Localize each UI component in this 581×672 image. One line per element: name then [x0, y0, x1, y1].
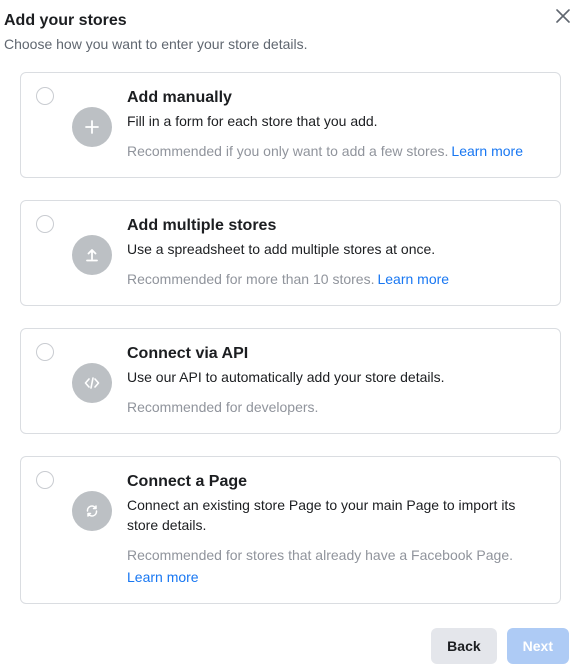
option-title: Add manually — [127, 87, 542, 109]
option-connect-page[interactable]: Connect a Page Connect an existing store… — [20, 456, 561, 604]
back-button[interactable]: Back — [431, 628, 496, 664]
option-add-multiple[interactable]: Add multiple stores Use a spreadsheet to… — [20, 200, 561, 306]
dialog-title: Add your stores — [4, 10, 577, 32]
option-desc: Use a spreadsheet to add multiple stores… — [127, 239, 542, 259]
radio-add-multiple[interactable] — [36, 215, 54, 233]
option-title: Connect via API — [127, 343, 542, 365]
close-button[interactable] — [553, 6, 573, 26]
code-icon — [72, 363, 112, 403]
option-title: Connect a Page — [127, 471, 542, 493]
learn-more-link[interactable]: Learn more — [377, 271, 449, 287]
option-hint: Recommended for stores that already have… — [127, 545, 542, 587]
option-hint: Recommended for more than 10 stores.Lear… — [127, 269, 542, 289]
sync-icon — [72, 491, 112, 531]
radio-add-manually[interactable] — [36, 87, 54, 105]
option-connect-api[interactable]: Connect via API Use our API to automatic… — [20, 328, 561, 434]
add-stores-dialog: Add your stores Choose how you want to e… — [0, 0, 581, 672]
plus-icon — [72, 107, 112, 147]
next-button[interactable]: Next — [507, 628, 569, 664]
close-icon — [556, 9, 570, 23]
option-desc: Fill in a form for each store that you a… — [127, 111, 542, 131]
option-add-manually[interactable]: Add manually Fill in a form for each sto… — [20, 72, 561, 178]
dialog-header: Add your stores Choose how you want to e… — [4, 8, 577, 54]
option-hint: Recommended if you only want to add a fe… — [127, 141, 542, 161]
dialog-subtitle: Choose how you want to enter your store … — [4, 34, 577, 54]
option-desc: Connect an existing store Page to your m… — [127, 495, 542, 535]
options-list: Add manually Fill in a form for each sto… — [4, 54, 577, 604]
dialog-footer: Back Next — [431, 628, 569, 664]
upload-icon — [72, 235, 112, 275]
radio-connect-page[interactable] — [36, 471, 54, 489]
learn-more-link[interactable]: Learn more — [451, 143, 523, 159]
option-title: Add multiple stores — [127, 215, 542, 237]
learn-more-link[interactable]: Learn more — [127, 567, 542, 587]
radio-connect-api[interactable] — [36, 343, 54, 361]
option-desc: Use our API to automatically add your st… — [127, 367, 542, 387]
option-hint: Recommended for developers. — [127, 397, 542, 417]
